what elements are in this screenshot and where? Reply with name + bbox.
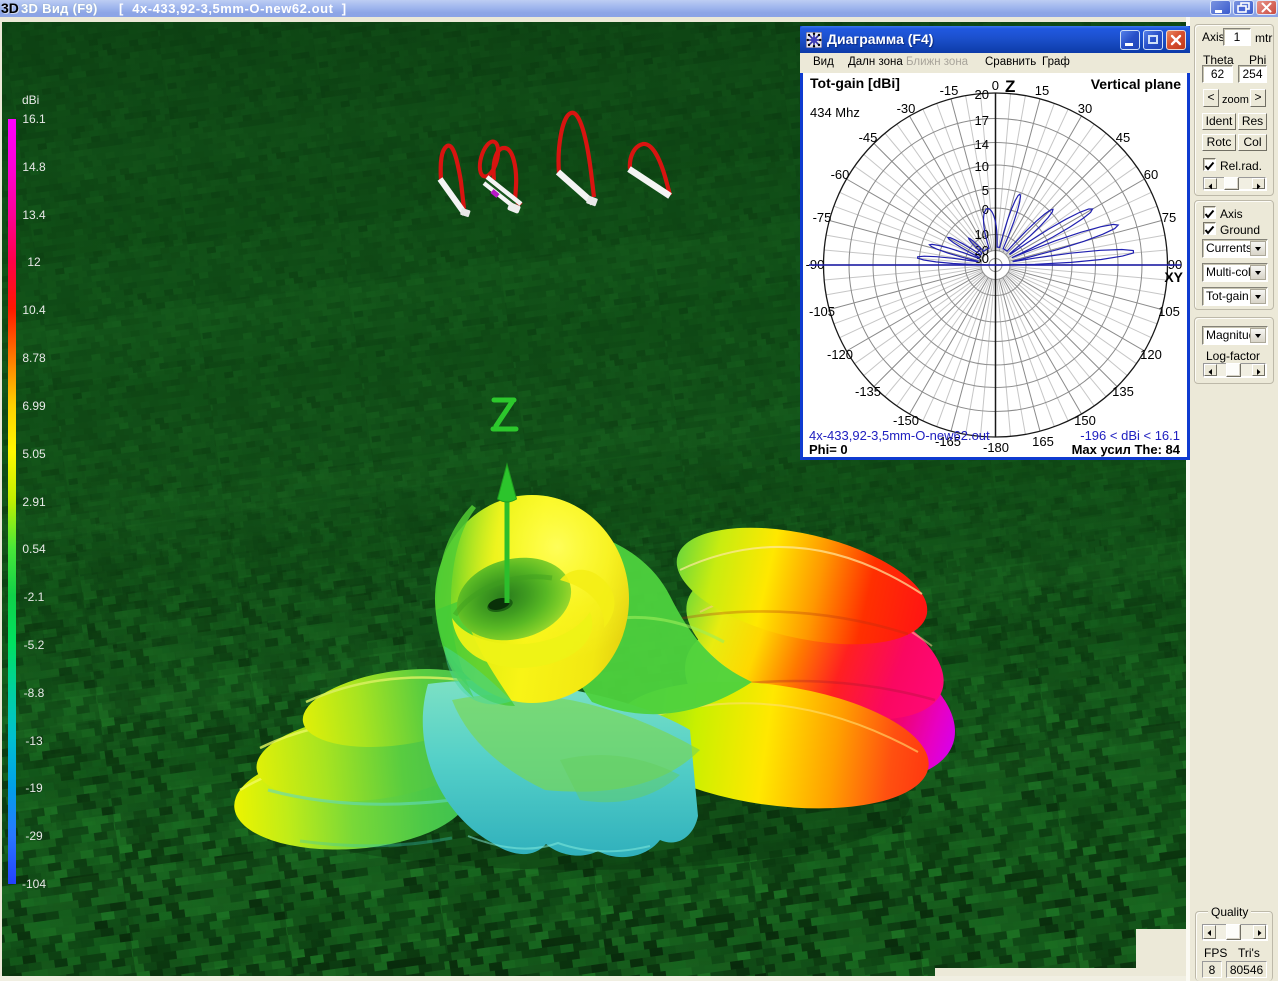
svg-text:4x-433,92-3,5mm-O-new62.out: 4x-433,92-3,5mm-O-new62.out bbox=[809, 428, 990, 443]
svg-text:15: 15 bbox=[1035, 83, 1049, 98]
svg-text:75: 75 bbox=[1162, 210, 1176, 225]
svg-text:20: 20 bbox=[975, 87, 989, 102]
svg-text:14.8: 14.8 bbox=[22, 160, 46, 174]
svg-text:12: 12 bbox=[27, 255, 41, 269]
svg-text:-8.8: -8.8 bbox=[24, 686, 45, 700]
svg-text:45: 45 bbox=[1116, 130, 1130, 145]
svg-text:8.78: 8.78 bbox=[22, 351, 46, 365]
svg-text:Z: Z bbox=[1005, 77, 1015, 96]
svg-text:105: 105 bbox=[1158, 304, 1180, 319]
svg-text:150: 150 bbox=[1074, 413, 1096, 428]
svg-text:0.54: 0.54 bbox=[22, 542, 46, 556]
svg-text:Vertical plane: Vertical plane bbox=[1091, 76, 1181, 92]
svg-text:-135: -135 bbox=[855, 384, 881, 399]
svg-text:135: 135 bbox=[1112, 384, 1134, 399]
svg-text:Tot-gain [dBi]: Tot-gain [dBi] bbox=[810, 75, 900, 91]
svg-text:13.4: 13.4 bbox=[22, 208, 46, 222]
svg-text:-120: -120 bbox=[827, 347, 853, 362]
svg-text:-30: -30 bbox=[897, 101, 916, 116]
svg-text:dBi: dBi bbox=[22, 93, 39, 107]
svg-text:-2.1: -2.1 bbox=[24, 590, 45, 604]
svg-text:6.99: 6.99 bbox=[22, 399, 46, 413]
svg-text:-60: -60 bbox=[831, 167, 850, 182]
svg-text:-29: -29 bbox=[25, 829, 43, 843]
svg-text:Phi= 0: Phi= 0 bbox=[809, 442, 848, 457]
svg-text:5: 5 bbox=[982, 183, 989, 198]
svg-text:-5.2: -5.2 bbox=[24, 638, 45, 652]
svg-text:-104: -104 bbox=[22, 877, 46, 891]
svg-text:-45: -45 bbox=[859, 130, 878, 145]
svg-text:-105: -105 bbox=[809, 304, 835, 319]
svg-text:-15: -15 bbox=[940, 83, 959, 98]
svg-text:-75: -75 bbox=[813, 210, 832, 225]
svg-text:-150: -150 bbox=[893, 413, 919, 428]
svg-text:30: 30 bbox=[1078, 101, 1092, 116]
svg-text:14: 14 bbox=[975, 137, 989, 152]
svg-text:-13: -13 bbox=[25, 734, 43, 748]
svg-text:-196 < dBi < 16.1: -196 < dBi < 16.1 bbox=[1080, 428, 1180, 443]
svg-text:Max усил The: 84: Max усил The: 84 bbox=[1072, 442, 1181, 457]
svg-text:434 Mhz: 434 Mhz bbox=[810, 105, 860, 120]
svg-text:5.05: 5.05 bbox=[22, 447, 46, 461]
svg-text:XY: XY bbox=[1164, 269, 1183, 285]
svg-text:165: 165 bbox=[1032, 434, 1054, 449]
svg-text:120: 120 bbox=[1140, 347, 1162, 362]
svg-text:60: 60 bbox=[1144, 167, 1158, 182]
svg-text:10: 10 bbox=[975, 159, 989, 174]
svg-text:-19: -19 bbox=[25, 781, 43, 795]
svg-text:17: 17 bbox=[975, 113, 989, 128]
svg-text:10.4: 10.4 bbox=[22, 303, 46, 317]
svg-text:2.91: 2.91 bbox=[22, 495, 46, 509]
svg-text:0: 0 bbox=[992, 78, 999, 93]
svg-text:16.1: 16.1 bbox=[22, 112, 46, 126]
